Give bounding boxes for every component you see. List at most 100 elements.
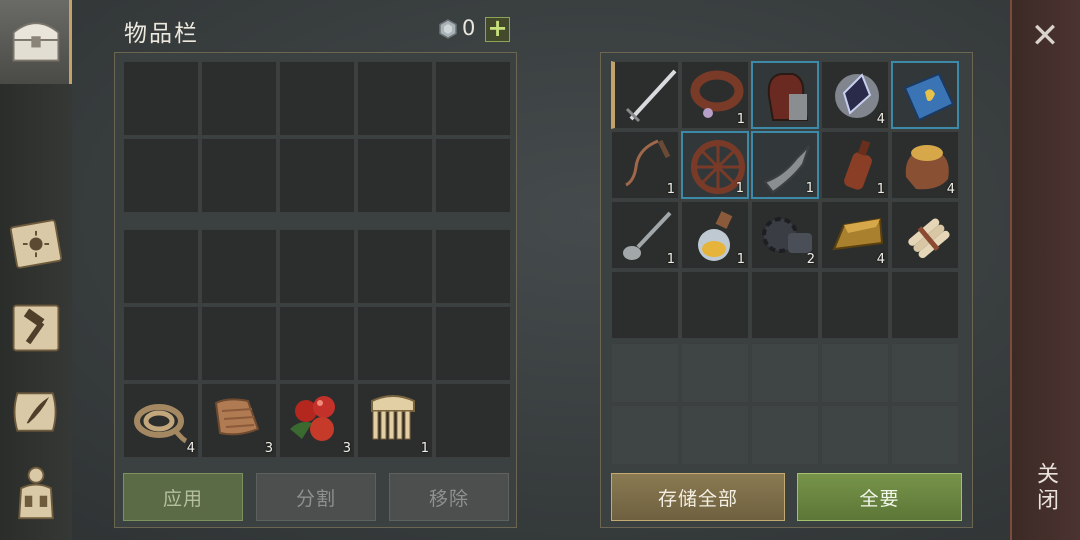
- apply-button[interactable]: 应用: [123, 473, 243, 521]
- sun-book-icon: [9, 219, 63, 269]
- scroll-bundle-icon: [908, 218, 950, 259]
- storage-slot-sword[interactable]: [611, 61, 679, 129]
- storage-slot-wheel[interactable]: 1: [681, 131, 749, 199]
- close-icon[interactable]: ✕: [1028, 19, 1062, 54]
- inventory-slot[interactable]: [201, 61, 277, 136]
- inventory-slot[interactable]: [123, 138, 199, 213]
- storage-slot-locked: [611, 405, 679, 465]
- item-quantity: 1: [666, 252, 675, 267]
- inventory-slot[interactable]: [201, 138, 277, 213]
- tab-character[interactable]: [6, 462, 66, 522]
- storage-slot-locked: [891, 343, 959, 403]
- item-quantity: 1: [420, 441, 429, 456]
- item-quantity: 3: [264, 441, 273, 456]
- inventory-slot[interactable]: [279, 61, 355, 136]
- tab-crafting[interactable]: [6, 298, 66, 358]
- comb-icon: [371, 395, 415, 440]
- inventory-slot[interactable]: [435, 383, 511, 458]
- inventory-slot[interactable]: [435, 61, 511, 136]
- item-quantity: 3: [342, 441, 351, 456]
- item-quantity: 2: [806, 252, 815, 267]
- close-label[interactable]: 关闭: [1029, 462, 1061, 514]
- storage-slot-locked: [891, 405, 959, 465]
- inventory-title: 物品栏: [124, 21, 199, 47]
- cloth-icon: [214, 398, 260, 436]
- storage-slot-locked: [821, 405, 889, 465]
- sword-icon: [625, 69, 677, 123]
- inventory-grid-bottom: 4 3 3 1: [123, 229, 511, 458]
- inventory-slot[interactable]: [357, 306, 433, 381]
- remove-button[interactable]: 移除: [389, 473, 509, 521]
- storage-slot-book[interactable]: [891, 61, 959, 129]
- storage-slot-locked: [611, 343, 679, 403]
- storage-slot-potion[interactable]: 1: [681, 201, 749, 269]
- storage-slot-locked: [681, 343, 749, 403]
- storage-grid-locked: [611, 343, 959, 465]
- inventory-slot-cloth[interactable]: 3: [201, 383, 277, 458]
- inventory-slot[interactable]: [123, 229, 199, 304]
- chest-icon: [12, 22, 60, 62]
- inventory-slot[interactable]: [435, 229, 511, 304]
- take-all-button[interactable]: 全要: [797, 473, 962, 521]
- inventory-slot[interactable]: [279, 306, 355, 381]
- add-currency-button[interactable]: +: [485, 16, 510, 42]
- item-quantity: 1: [735, 181, 744, 196]
- storage-slot-grain-sack[interactable]: 4: [891, 131, 959, 199]
- tab-inventory[interactable]: [0, 0, 72, 84]
- item-quantity: 4: [876, 112, 885, 127]
- item-quantity: 1: [666, 182, 675, 197]
- item-quantity: 4: [876, 252, 885, 267]
- storage-slot-bottle[interactable]: 1: [821, 131, 889, 199]
- storage-slot[interactable]: [821, 271, 889, 339]
- storage-slot-collar[interactable]: 1: [681, 61, 749, 129]
- split-button[interactable]: 分割: [256, 473, 376, 521]
- storage-slot-crystal[interactable]: 4: [821, 61, 889, 129]
- inventory-slot[interactable]: [357, 138, 433, 213]
- storage-slot-locked: [821, 343, 889, 403]
- inventory-slot[interactable]: [279, 138, 355, 213]
- item-quantity: 1: [876, 182, 885, 197]
- inventory-slot[interactable]: [201, 229, 277, 304]
- inventory-slot[interactable]: [123, 306, 199, 381]
- inventory-slot[interactable]: [279, 229, 355, 304]
- storage-slot[interactable]: [681, 271, 749, 339]
- storage-slot-spoon[interactable]: 1: [611, 201, 679, 269]
- gauntlet-icon: [767, 73, 809, 121]
- inventory-slot-berries[interactable]: 3: [279, 383, 355, 458]
- store-all-button[interactable]: 存储全部: [611, 473, 785, 521]
- item-quantity: 4: [946, 182, 955, 197]
- inventory-slot[interactable]: [123, 61, 199, 136]
- inventory-slot[interactable]: [357, 61, 433, 136]
- book-icon: [903, 72, 955, 122]
- inventory-slot[interactable]: [357, 229, 433, 304]
- scroll-quill-icon: [13, 392, 57, 432]
- inventory-slot[interactable]: [435, 306, 511, 381]
- tab-quests[interactable]: [6, 382, 66, 442]
- storage-slot-gauntlet[interactable]: [751, 61, 819, 129]
- storage-slot-blade-fragment[interactable]: 1: [751, 131, 819, 199]
- storage-slot-ingot[interactable]: 4: [821, 201, 889, 269]
- storage-slot-locked: [751, 405, 819, 465]
- inventory-grid-top: [123, 61, 511, 213]
- storage-slot-gear-part[interactable]: 2: [751, 201, 819, 269]
- storage-slot[interactable]: [611, 271, 679, 339]
- berries-icon: [290, 396, 335, 441]
- item-quantity: 1: [736, 112, 745, 127]
- inventory-slot-comb[interactable]: 1: [357, 383, 433, 458]
- storage-slot-scroll-bundle[interactable]: [891, 201, 959, 269]
- hammer-icon: [12, 304, 60, 352]
- storage-slot-whip[interactable]: 1: [611, 131, 679, 199]
- tab-journal[interactable]: [6, 214, 66, 274]
- gem-currency-icon: [439, 19, 457, 39]
- storage-slot[interactable]: [891, 271, 959, 339]
- item-quantity: 1: [736, 252, 745, 267]
- inventory-slot-rope[interactable]: 4: [123, 383, 199, 458]
- inventory-slot[interactable]: [201, 306, 277, 381]
- item-quantity: 4: [186, 441, 195, 456]
- inventory-slot[interactable]: [435, 138, 511, 213]
- item-quantity: 1: [805, 181, 814, 196]
- close-bar[interactable]: [1010, 0, 1080, 540]
- storage-slot[interactable]: [751, 271, 819, 339]
- storage-slot-locked: [751, 343, 819, 403]
- character-icon: [18, 466, 54, 520]
